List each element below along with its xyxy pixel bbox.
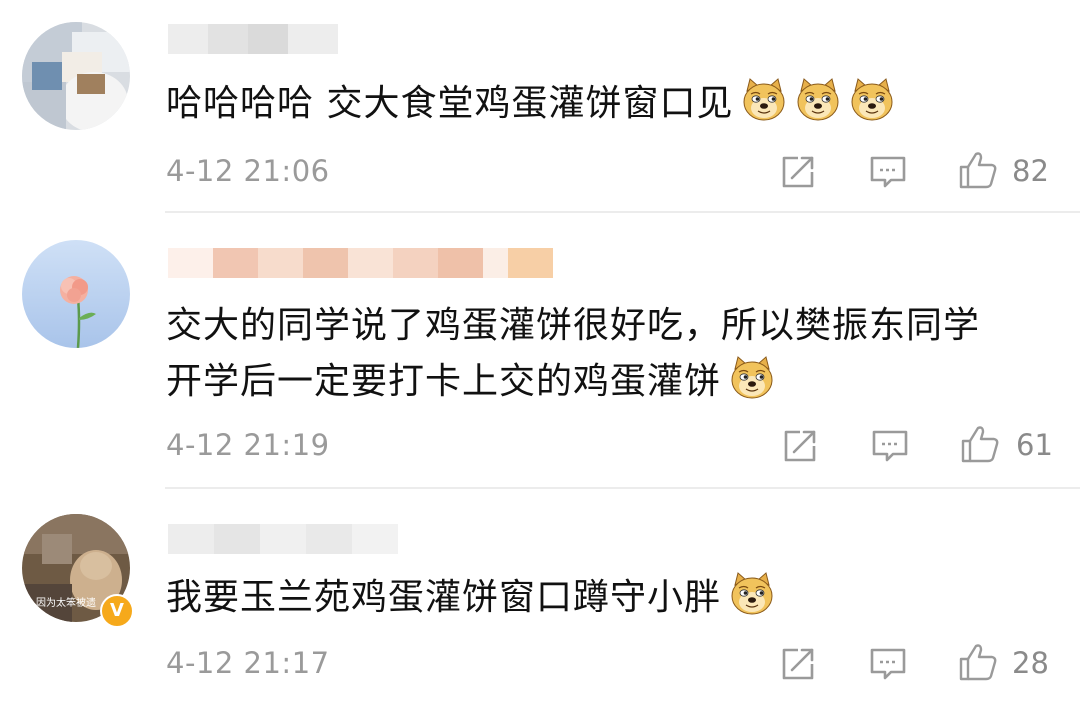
- thumbs-up-icon[interactable]: [960, 424, 1000, 464]
- comment-time: 4-12 21:17: [166, 646, 330, 680]
- share-icon[interactable]: [780, 426, 820, 466]
- comment-text-line: 开学后一定要打卡上交的鸡蛋灌饼: [166, 361, 722, 402]
- comment-item: 因为太笨被遗 V 我要玉兰苑鸡蛋灌饼窗口蹲守小胖 4-12 21:17 28: [0, 488, 1080, 704]
- doge-emoji-icon: [849, 77, 895, 123]
- comment-text-line: 交大的同学说了鸡蛋灌饼很好吃，所以樊振东同学: [166, 305, 981, 346]
- comment-icon[interactable]: [870, 426, 910, 466]
- doge-emoji-icon: [729, 355, 775, 401]
- verified-badge: V: [100, 594, 134, 628]
- comment-icon[interactable]: [868, 644, 908, 684]
- share-icon[interactable]: [778, 644, 818, 684]
- comment-text: 我要玉兰苑鸡蛋灌饼窗口蹲守小胖: [166, 570, 775, 626]
- doge-emoji-icon: [795, 77, 841, 123]
- comment-text: 交大的同学说了鸡蛋灌饼很好吃，所以樊振东同学 开学后一定要打卡上交的鸡蛋灌饼: [166, 298, 980, 410]
- doge-emoji-icon: [741, 77, 787, 123]
- doge-emoji-icon: [729, 571, 775, 617]
- avatar-caption: 因为太笨被遗: [36, 596, 96, 609]
- thumbs-up-icon[interactable]: [958, 642, 998, 682]
- avatar[interactable]: [22, 22, 130, 130]
- like-count: 61: [1016, 428, 1053, 462]
- like-count: 82: [1012, 154, 1049, 188]
- username-redacted[interactable]: [168, 524, 398, 554]
- comment-time: 4-12 21:06: [166, 154, 330, 188]
- comment-time: 4-12 21:19: [166, 428, 330, 462]
- username-redacted[interactable]: [168, 24, 338, 54]
- like-count: 28: [1012, 646, 1049, 680]
- comment-item: 哈哈哈哈 交大食堂鸡蛋灌饼窗口见 4-12 21:06 82: [0, 0, 1080, 213]
- comment-icon[interactable]: [868, 152, 908, 192]
- comment-text-line: 我要玉兰苑鸡蛋灌饼窗口蹲守小胖: [166, 577, 722, 618]
- comment-text: 哈哈哈哈 交大食堂鸡蛋灌饼窗口见: [166, 76, 895, 132]
- avatar[interactable]: [22, 240, 130, 348]
- share-icon[interactable]: [778, 152, 818, 192]
- thumbs-up-icon[interactable]: [958, 150, 998, 190]
- comment-text-line: 哈哈哈哈 交大食堂鸡蛋灌饼窗口见: [166, 83, 734, 124]
- username-redacted[interactable]: [168, 248, 553, 278]
- comment-item: 交大的同学说了鸡蛋灌饼很好吃，所以樊振东同学 开学后一定要打卡上交的鸡蛋灌饼 4…: [0, 212, 1080, 489]
